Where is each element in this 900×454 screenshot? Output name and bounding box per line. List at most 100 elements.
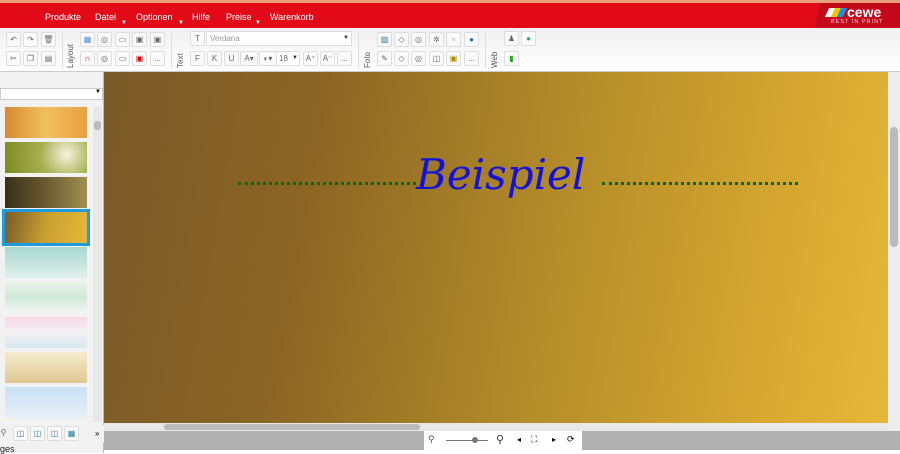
group-label-foto: Foto — [363, 51, 372, 68]
next-page-icon[interactable]: ▸ — [552, 435, 556, 444]
text-color-icon[interactable]: A▾ — [240, 51, 258, 66]
remove-icon[interactable]: ▣ — [132, 51, 147, 66]
increase-font-icon[interactable]: A⁺ — [303, 51, 318, 66]
chevron-down-icon: ▼ — [95, 89, 101, 95]
zoom-out-icon[interactable]: ⚲ — [428, 434, 435, 445]
background-thumbnail[interactable] — [5, 317, 87, 348]
group-label-layout: Layout — [66, 43, 75, 68]
menu-datei[interactable]: Datei — [95, 12, 116, 22]
magnet-icon[interactable]: ∩ — [80, 51, 95, 66]
layout-icon[interactable]: ▭ — [115, 32, 130, 47]
person-icon[interactable]: ⚲ — [0, 426, 11, 441]
photo-icon[interactable]: ◇ — [394, 32, 409, 47]
chevron-down-icon[interactable]: ▼ — [121, 20, 127, 26]
underline-button[interactable]: U — [224, 51, 239, 66]
page-view-icon[interactable]: ◫ — [13, 426, 28, 441]
decrease-font-icon[interactable]: A⁻ — [320, 51, 335, 66]
globe-icon[interactable]: ● — [464, 32, 479, 47]
web-globe-icon[interactable]: ● — [521, 31, 536, 46]
zoom-slider[interactable] — [446, 440, 488, 441]
scroll-thumb[interactable] — [164, 424, 420, 430]
horizontal-scrollbar[interactable] — [104, 423, 888, 431]
font-select[interactable]: Verdana ▼ — [206, 31, 352, 46]
background-thumbnail[interactable] — [5, 142, 87, 173]
chevron-down-icon[interactable]: ▼ — [255, 20, 261, 26]
dotted-line-left — [238, 182, 416, 185]
dotted-line-right — [602, 182, 798, 185]
background-thumbnail-selected[interactable] — [2, 209, 90, 246]
photo-icon[interactable]: ◎ — [411, 51, 426, 66]
cewe-logo: cewe BEST IN PRINT — [815, 3, 900, 28]
menu-preise[interactable]: Preise — [226, 12, 252, 22]
expand-icon[interactable]: » — [95, 429, 99, 438]
edit-photo-icon[interactable]: ✎ — [377, 51, 392, 66]
page-view-icon[interactable]: ▦ — [64, 426, 79, 441]
bring-front-icon[interactable]: ▣ — [132, 32, 147, 47]
font-value: Verdana — [210, 34, 240, 43]
background-thumbnail[interactable] — [5, 387, 87, 418]
thumbnail-scrollbar[interactable] — [93, 107, 102, 422]
page-view-icon[interactable]: ◫ — [30, 426, 45, 441]
chevron-down-icon[interactable]: ▼ — [178, 20, 184, 26]
background-thumbnail[interactable] — [5, 177, 87, 208]
page-canvas[interactable]: Beispiel — [104, 72, 888, 423]
more-button[interactable]: ... — [337, 51, 352, 66]
layout-icon[interactable]: ▭ — [115, 51, 130, 66]
page-view-icon[interactable]: ◫ — [47, 426, 62, 441]
shadow-icon[interactable]: ▫ — [446, 32, 461, 47]
delete-icon[interactable]: 🗑 — [41, 32, 56, 47]
brand-tagline: BEST IN PRINT — [831, 19, 884, 25]
left-bottom-toolbar: ⚲ ◫ ◫ ◫ ▦ » — [0, 425, 104, 443]
font-size-select[interactable]: 18 ▼ — [276, 51, 300, 66]
copy-icon[interactable]: ❐ — [23, 51, 38, 66]
left-panel: ▼ — [0, 72, 104, 453]
more-button[interactable]: ... — [150, 51, 165, 66]
background-thumbnail[interactable] — [5, 107, 87, 138]
web-photo-icon[interactable]: ♟ — [504, 31, 519, 46]
redo-icon[interactable]: ↷ — [23, 32, 38, 47]
rotate-icon[interactable]: ⟳ — [567, 434, 575, 445]
scroll-thumb[interactable] — [94, 121, 101, 130]
divider — [485, 32, 486, 68]
cut-icon[interactable]: ✂ — [6, 51, 21, 66]
web-add-icon[interactable]: ▮ — [504, 51, 519, 66]
scroll-thumb[interactable] — [890, 127, 898, 247]
photo-icon[interactable]: ◇ — [394, 51, 409, 66]
italic-button[interactable]: K — [207, 51, 222, 66]
fill-color-icon[interactable]: ◐▾ — [259, 51, 277, 66]
zoom-slider-handle[interactable] — [472, 437, 478, 443]
paste-icon[interactable]: ▤ — [41, 51, 56, 66]
split-icon[interactable]: ◫ — [429, 51, 444, 66]
group-label-text: Text — [176, 53, 185, 68]
brand-name: cewe — [847, 4, 882, 20]
bold-button[interactable]: F — [190, 51, 205, 66]
menu-warenkorb[interactable]: Warenkorb — [270, 12, 314, 22]
photo-icon[interactable]: ✲ — [429, 32, 444, 47]
logo-mark-icon — [824, 8, 848, 17]
background-thumbnail[interactable] — [5, 352, 87, 383]
background-thumbnail[interactable] — [5, 282, 87, 313]
send-back-icon[interactable]: ▣ — [150, 32, 165, 47]
zoom-in-icon[interactable]: ⚲ — [496, 433, 504, 446]
zoom-controls: ⚲ ⚲ ◂ ⛶ ▸ ⟳ — [424, 431, 582, 450]
layout-icon[interactable]: ◎ — [97, 51, 112, 66]
canvas-title-text[interactable]: Beispiel — [416, 150, 585, 199]
menu-produkte[interactable]: Produkte — [45, 12, 81, 22]
more-button[interactable]: ... — [464, 51, 479, 66]
layout-icon[interactable]: ◎ — [97, 32, 112, 47]
add-photo-icon[interactable]: ▨ — [377, 32, 392, 47]
vertical-scrollbar[interactable] — [888, 72, 900, 431]
chevron-down-icon: ▼ — [343, 35, 349, 41]
menu-hilfe[interactable]: Hilfe — [192, 12, 210, 22]
add-text-icon[interactable]: T — [190, 31, 205, 46]
grid-icon[interactable]: ▦ — [80, 32, 95, 47]
photo-icon[interactable]: ◎ — [411, 32, 426, 47]
previous-page-icon[interactable]: ◂ — [517, 435, 521, 444]
frame-icon[interactable]: ▣ — [446, 51, 461, 66]
divider — [171, 32, 172, 68]
background-category-select[interactable]: ▼ — [0, 88, 103, 100]
menu-optionen[interactable]: Optionen — [136, 12, 173, 22]
fit-screen-icon[interactable]: ⛶ — [531, 434, 537, 445]
undo-icon[interactable]: ↶ — [6, 32, 21, 47]
background-thumbnail[interactable] — [5, 247, 87, 278]
